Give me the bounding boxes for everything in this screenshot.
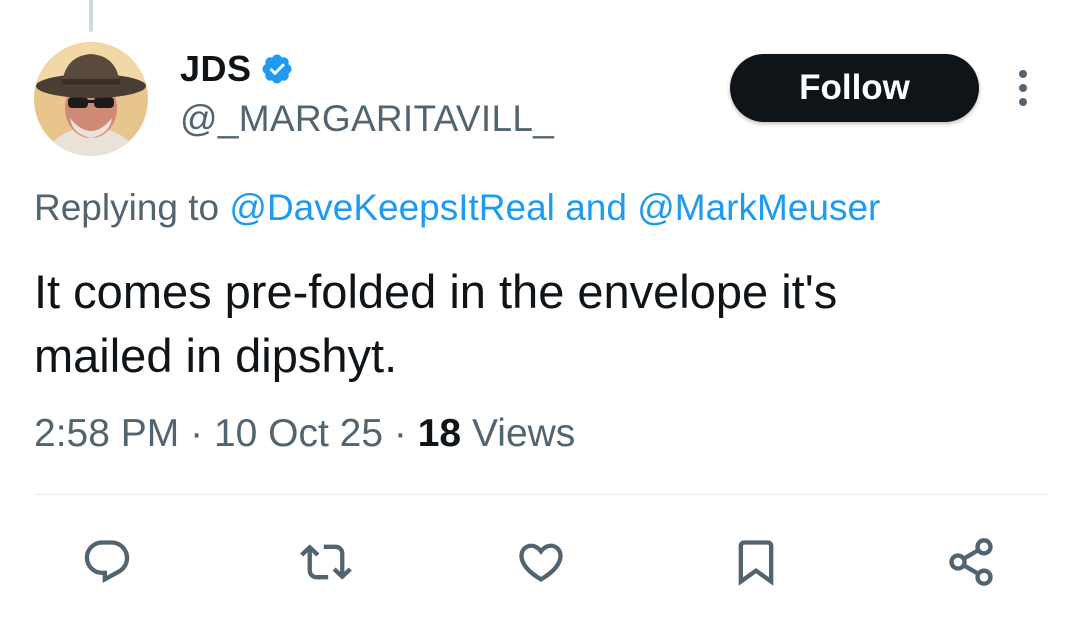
tweet-detail: JDS @_MARGARITAVILL_ Follow Replying to … (0, 0, 1080, 631)
bookmark-button[interactable] (726, 532, 786, 592)
retweet-button[interactable] (296, 532, 356, 592)
like-icon (519, 543, 563, 582)
verified-badge-icon (260, 52, 294, 86)
meta-separator: · (393, 412, 407, 455)
reply-button[interactable] (77, 532, 137, 592)
bookmark-icon (738, 540, 774, 586)
reply-joiner: and (565, 187, 627, 228)
retweet-icon (300, 544, 352, 580)
like-button[interactable] (511, 532, 571, 592)
reply-icon (84, 540, 130, 584)
mention-link-2[interactable]: @MarkMeuser (637, 187, 880, 228)
views-label: Views (471, 412, 576, 455)
mention-link-1[interactable]: @DaveKeepsItReal (229, 187, 555, 228)
tweet-text-line-2: mailed in dipshyt. (34, 329, 398, 382)
share-button[interactable] (941, 532, 1001, 592)
divider (34, 494, 1048, 495)
tweet-date[interactable]: 10 Oct 25 (214, 412, 383, 455)
replying-to-label: Replying to (34, 187, 220, 228)
tweet-time[interactable]: 2:58 PM (34, 412, 179, 455)
tweet-text-line-1: It comes pre-folded in the envelope it's (34, 265, 838, 318)
action-bar (0, 532, 1080, 602)
tweet-meta: 2:58 PM · 10 Oct 25 · 18 Views (34, 412, 575, 456)
follow-button[interactable]: Follow (730, 54, 979, 122)
more-options-icon[interactable] (1008, 66, 1038, 110)
thread-connector-line (89, 0, 93, 32)
views-count[interactable]: 18 (418, 412, 461, 455)
author-name-row[interactable]: JDS (180, 48, 294, 90)
meta-separator: · (190, 412, 204, 455)
author-handle[interactable]: @_MARGARITAVILL_ (180, 98, 554, 140)
replying-to-line: Replying to @DaveKeepsItReal and @MarkMe… (34, 187, 880, 229)
tweet-text: It comes pre-folded in the envelope it's… (34, 260, 1034, 388)
share-icon (949, 538, 993, 586)
display-name[interactable]: JDS (180, 48, 252, 90)
avatar[interactable] (34, 42, 148, 156)
